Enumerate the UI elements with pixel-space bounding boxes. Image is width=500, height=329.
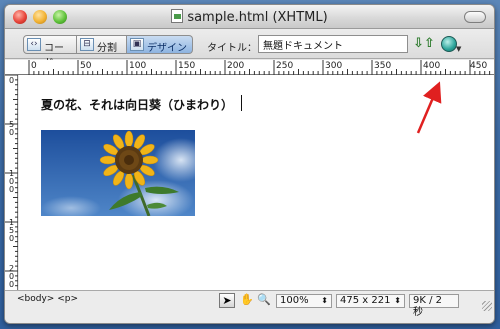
horizontal-ruler: 0 50 100 150 200 250 300 350 400 450 (5, 60, 494, 75)
window-size-value: 475 x 221 (340, 295, 391, 306)
split-view-button[interactable]: ⊟ 分割 (77, 35, 127, 54)
toolbar-toggle-button[interactable] (464, 11, 486, 23)
preview-dropdown-chevron-icon[interactable]: ▼ (456, 45, 461, 53)
window-title: sample.html (XHTML) (187, 10, 328, 25)
zoom-tool-icon[interactable]: 🔍 (256, 293, 272, 308)
file-management-icon[interactable]: ⇩⇧ (413, 35, 435, 54)
ruler-label: 250 (276, 61, 294, 71)
title-bar: sample.html (XHTML) (5, 5, 494, 29)
page-title-input[interactable] (258, 35, 408, 53)
ruler-label: 150 (178, 61, 196, 71)
status-bar: <body> <p> ➤ ✋ 🔍 100% ⬍ 475 x 221 ⬍ 9K / 2… (5, 290, 494, 323)
horizontal-ruler-ticks (28, 60, 491, 75)
design-view-label: デザイン (147, 43, 187, 54)
document-icon (171, 9, 184, 23)
page-title-label: タイトル： (207, 43, 257, 54)
ruler-label: 300 (325, 61, 343, 71)
annotation-arrow (416, 81, 442, 134)
split-view-label: 分割 (97, 43, 117, 54)
window-size-select[interactable]: 475 x 221 ⬍ (336, 294, 405, 308)
vertical-ruler: 0 50 100 150 200 (5, 75, 18, 290)
design-view-button[interactable]: ▣ デザイン (127, 35, 193, 54)
ruler-label: 50 (8, 120, 15, 137)
zoom-select[interactable]: 100% ⬍ (276, 294, 332, 308)
text-cursor (241, 95, 242, 111)
ruler-label: 100 (8, 169, 15, 194)
ruler-label: 350 (374, 61, 392, 71)
resize-grip-icon[interactable] (482, 301, 492, 311)
ruler-label: 0 (31, 61, 37, 71)
code-view-icon: ‹› (27, 38, 41, 51)
document-toolbar: ‹› コード ⊟ 分割 ▣ デザイン タイトル： ⇩⇧ ▼ (5, 29, 494, 69)
ruler-label: 200 (8, 264, 15, 289)
zoom-value: 100% (280, 295, 309, 306)
ruler-label: 200 (227, 61, 245, 71)
editor-window: sample.html (XHTML) ‹› コード ⊟ 分割 ▣ デザイン タ… (4, 4, 495, 324)
hand-tool-icon[interactable]: ✋ (239, 293, 255, 308)
pointer-tool-icon[interactable]: ➤ (219, 293, 235, 308)
download-size-value: 9K / 2 秒 (413, 295, 443, 318)
tag-selector[interactable]: <body> <p> (17, 294, 78, 304)
ruler-label: 100 (129, 61, 147, 71)
code-view-button[interactable]: ‹› コード (23, 35, 77, 69)
sunflower-photo[interactable] (41, 130, 195, 216)
download-size-readout: 9K / 2 秒 (409, 294, 459, 318)
ruler-label: 450 (470, 61, 488, 71)
window-size-dropdown-icon: ⬍ (394, 296, 401, 305)
zoom-dropdown-icon: ⬍ (321, 296, 328, 305)
ruler-label: 150 (8, 218, 15, 243)
document-paragraph[interactable]: 夏の花、それは向日葵（ひまわり） (41, 96, 233, 113)
design-view-icon: ▣ (130, 38, 144, 51)
ruler-label: 0 (8, 76, 15, 85)
ruler-label: 50 (80, 61, 92, 71)
split-view-icon: ⊟ (80, 38, 94, 51)
ruler-label: 400 (423, 61, 441, 71)
